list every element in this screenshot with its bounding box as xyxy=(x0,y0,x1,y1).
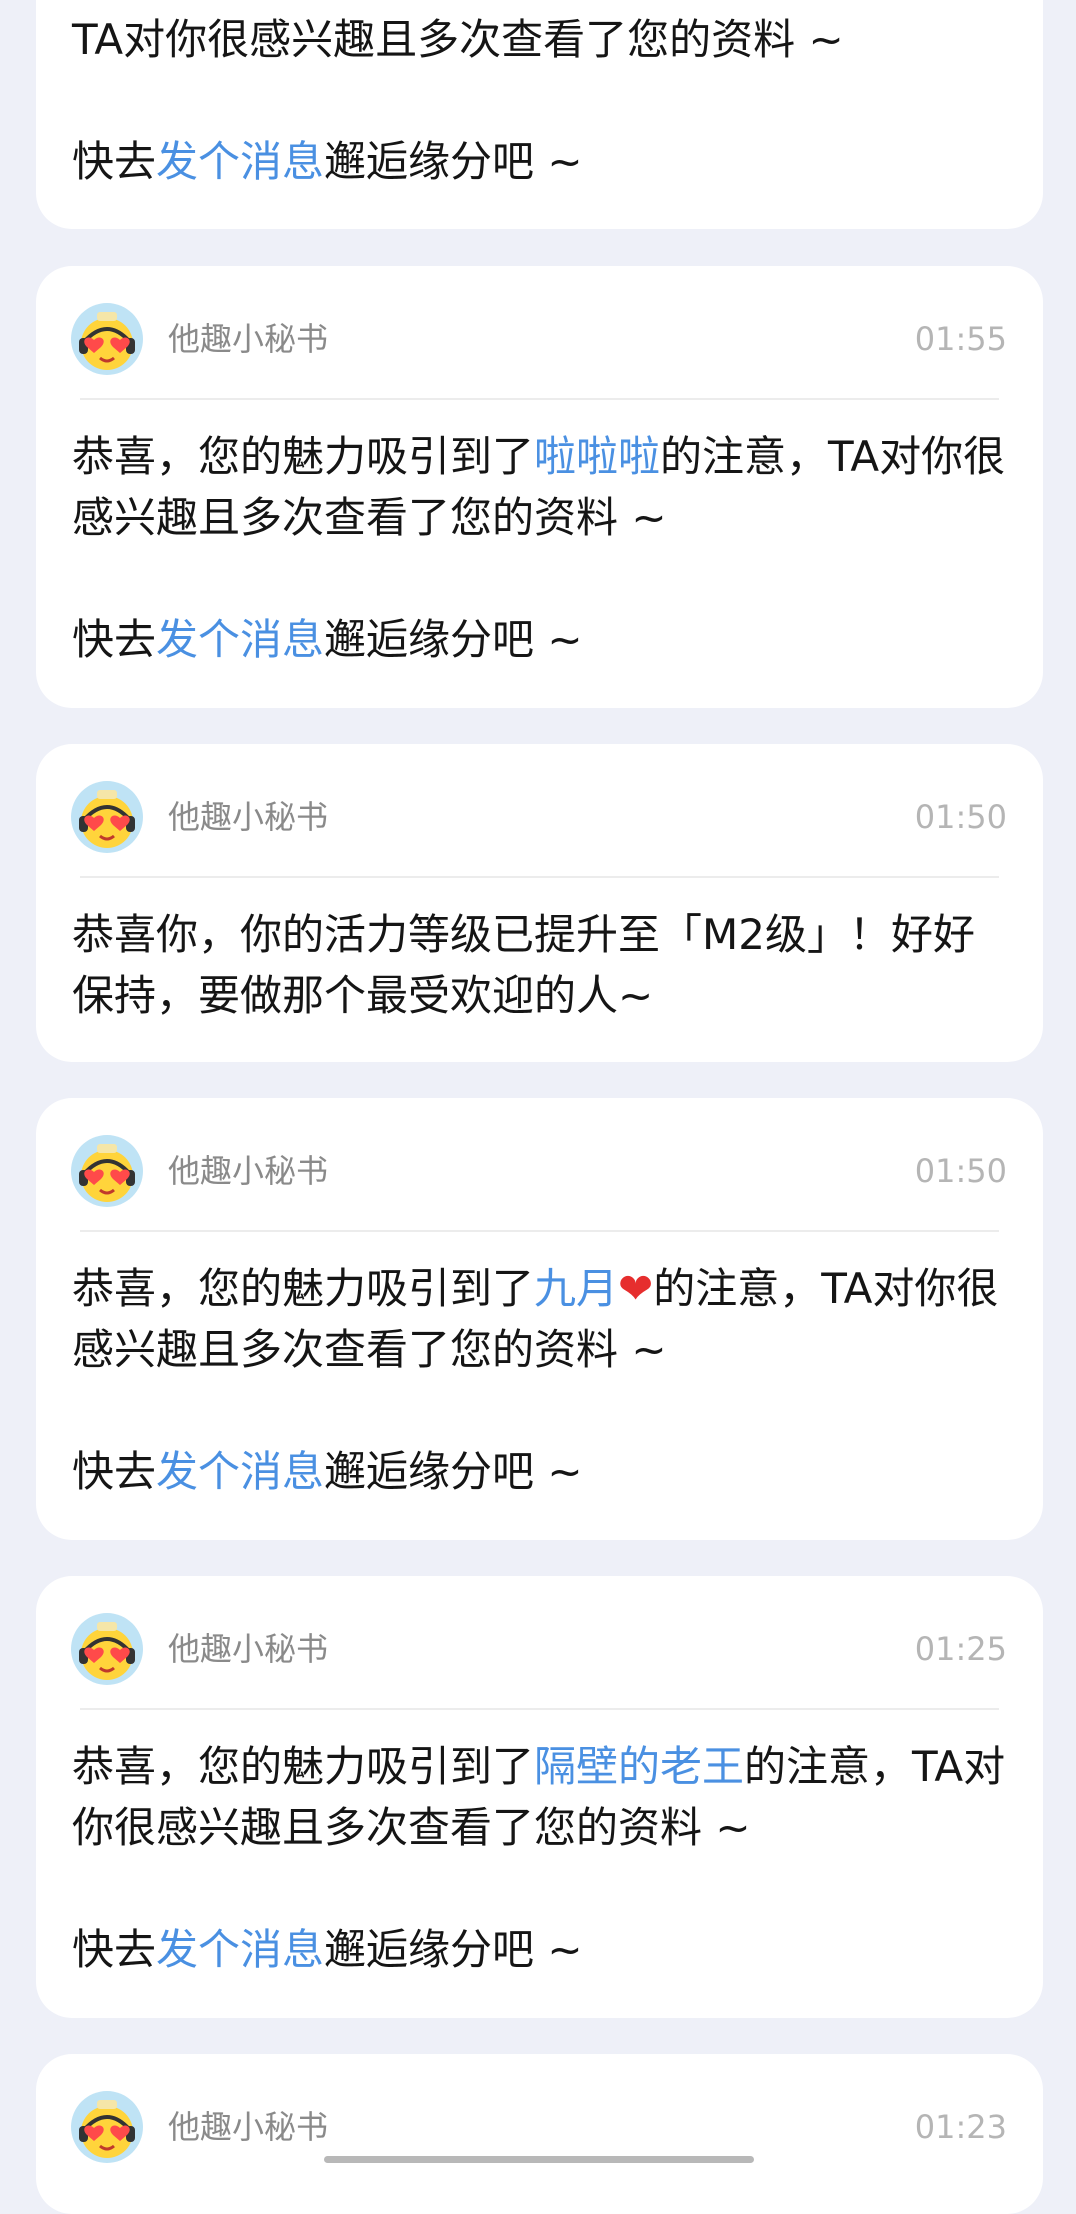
secretary-avatar-icon[interactable] xyxy=(70,1134,144,1208)
user-link[interactable]: 九月 xyxy=(534,1264,618,1313)
divider xyxy=(80,1230,999,1232)
home-indicator[interactable] xyxy=(324,2156,754,2163)
message-header: 他趣小秘书 01:55 xyxy=(36,302,1043,376)
send-message-link[interactable]: 发个消息 xyxy=(156,615,324,664)
message-time: 01:50 xyxy=(914,1152,1007,1190)
message-time: 01:50 xyxy=(914,798,1007,836)
secretary-avatar-icon[interactable] xyxy=(70,780,144,854)
message-card: 他趣小秘书 01:23 xyxy=(36,2054,1043,2214)
send-message-link[interactable]: 发个消息 xyxy=(156,1925,324,1974)
message-body: 恭喜，您的魅力吸引到了隔壁的老王的注意，TA对你很感兴趣且多次查看了您的资料 ~… xyxy=(72,1742,1006,1974)
message-header: 他趣小秘书 01:50 xyxy=(36,780,1043,854)
heart-emoji-icon: ❤ xyxy=(618,1264,654,1313)
message-body: 恭喜，您的魅力吸引到了啦啦啦的注意，TA对你很感兴趣且多次查看了您的资料 ~ 快… xyxy=(72,432,1006,664)
message-card: TA对你很感兴趣且多次查看了您的资料 ~ 快去发个消息邂逅缘分吧 ~ xyxy=(36,0,1043,229)
message-header: 他趣小秘书 01:25 xyxy=(36,1612,1043,1686)
sender-name: 他趣小秘书 xyxy=(168,2108,329,2146)
send-message-link[interactable]: 发个消息 xyxy=(156,1447,324,1496)
message-body: 恭喜，您的魅力吸引到了九月❤的注意，TA对你很感兴趣且多次查看了您的资料 ~ 快… xyxy=(72,1264,999,1496)
secretary-avatar-icon[interactable] xyxy=(70,2090,144,2164)
message-time: 01:23 xyxy=(914,2108,1007,2146)
divider xyxy=(80,876,999,878)
message-time: 01:25 xyxy=(914,1630,1007,1668)
sender-name: 他趣小秘书 xyxy=(168,798,329,836)
secretary-avatar-icon[interactable] xyxy=(70,1612,144,1686)
send-message-link[interactable]: 发个消息 xyxy=(156,137,324,186)
sender-name: 他趣小秘书 xyxy=(168,1152,329,1190)
user-link[interactable]: 啦啦啦 xyxy=(534,432,660,481)
message-header: 他趣小秘书 01:50 xyxy=(36,1134,1043,1208)
message-card: 他趣小秘书 01:55 恭喜，您的魅力吸引到了啦啦啦的注意，TA对你很感兴趣且多… xyxy=(36,266,1043,708)
message-card: 他趣小秘书 01:25 恭喜，您的魅力吸引到了隔壁的老王的注意，TA对你很感兴趣… xyxy=(36,1576,1043,2018)
message-body: TA对你很感兴趣且多次查看了您的资料 ~ 快去发个消息邂逅缘分吧 ~ xyxy=(72,15,844,186)
message-header: 他趣小秘书 01:23 xyxy=(36,2090,1043,2164)
sender-name: 他趣小秘书 xyxy=(168,320,329,358)
sender-name: 他趣小秘书 xyxy=(168,1630,329,1668)
message-card: 他趣小秘书 01:50 恭喜，您的魅力吸引到了九月❤的注意，TA对你很感兴趣且多… xyxy=(36,1098,1043,1540)
message-time: 01:55 xyxy=(914,320,1007,358)
divider xyxy=(80,1708,999,1710)
secretary-avatar-icon[interactable] xyxy=(70,302,144,376)
divider xyxy=(80,398,999,400)
message-body: 恭喜你，你的活力等级已提升至「M2级」！好好保持，要做那个最受欢迎的人~ xyxy=(72,910,975,1020)
user-link[interactable]: 隔壁的老王 xyxy=(534,1742,744,1791)
message-card: 他趣小秘书 01:50 恭喜你，你的活力等级已提升至「M2级」！好好保持，要做那… xyxy=(36,744,1043,1062)
